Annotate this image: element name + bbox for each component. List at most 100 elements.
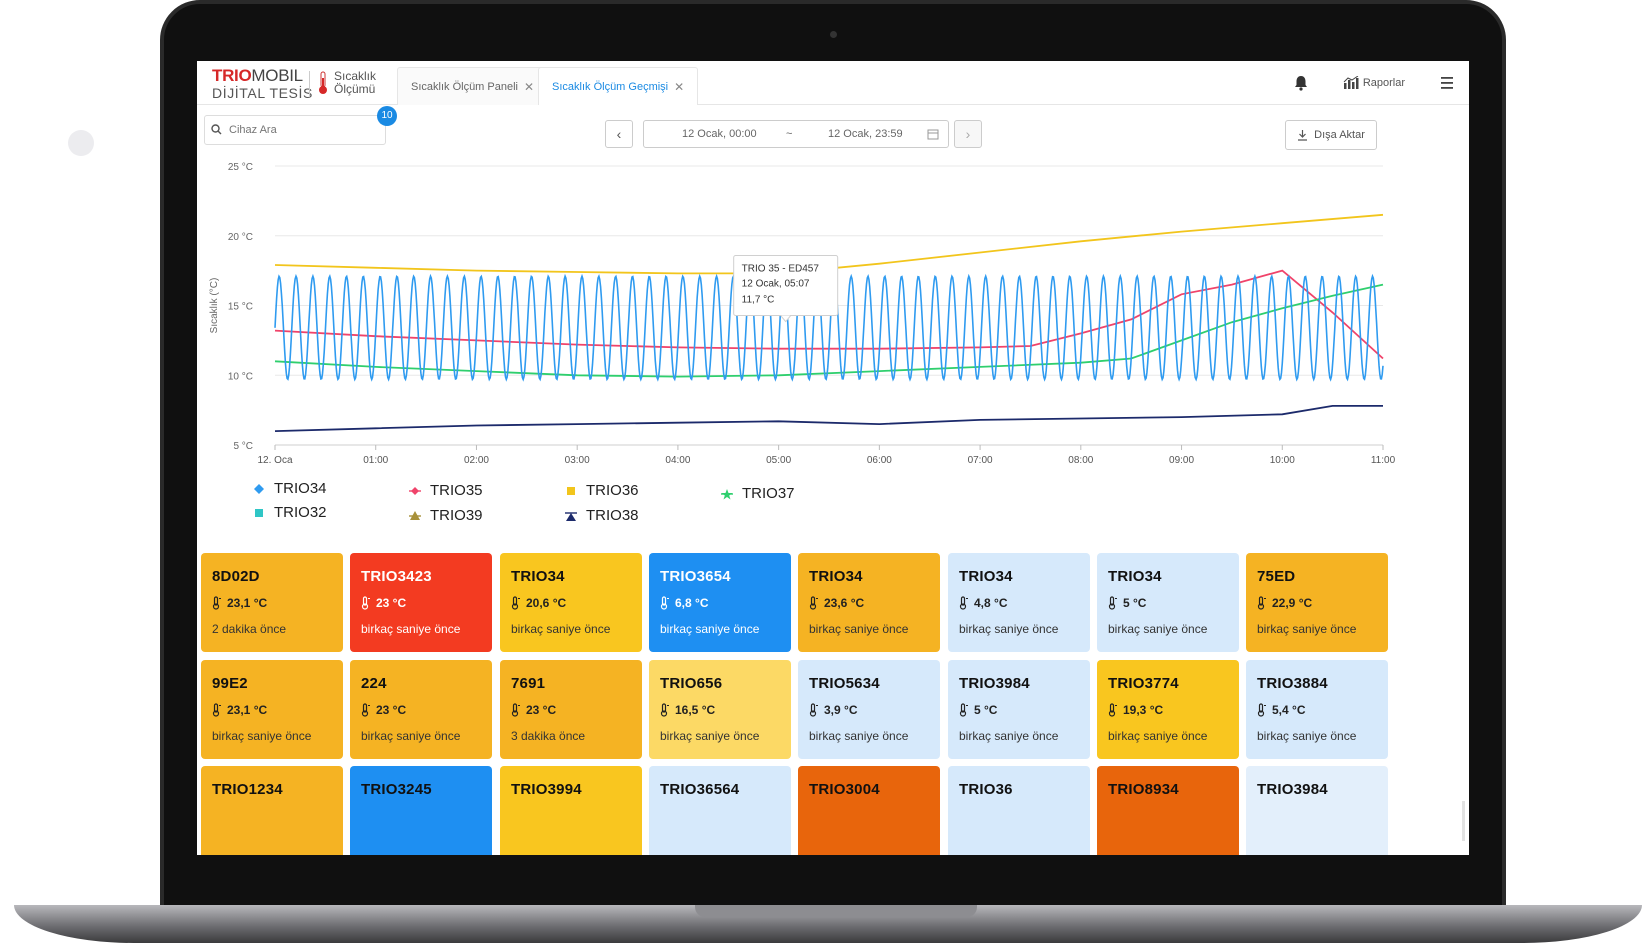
device-card[interactable]: TRIO3774 19,3 °C birkaç saniye önce — [1097, 660, 1239, 759]
bell-icon[interactable] — [1291, 73, 1311, 93]
device-card[interactable]: 99E2 23,1 °C birkaç saniye önce — [201, 660, 343, 759]
device-card[interactable]: TRIO656 16,5 °C birkaç saniye önce — [649, 660, 791, 759]
date-end: 12 Ocak, 23:59 — [828, 128, 903, 140]
legend-item-trio32[interactable]: TRIO32 — [253, 504, 327, 521]
thermometer-icon — [1108, 596, 1117, 610]
app-screen: TRIOMOBIL DİJİTAL TESİS Sıcaklık Ölçümü … — [197, 61, 1469, 855]
last-update-time: birkaç saniye önce — [1108, 622, 1208, 636]
device-name: TRIO34 — [1108, 568, 1162, 585]
last-update-time: 3 dakika önce — [511, 729, 586, 743]
device-name: TRIO3884 — [1257, 675, 1328, 692]
x-tick-label: 07:00 — [968, 455, 993, 466]
device-name: TRIO3994 — [511, 781, 582, 798]
tab-temperature-panel[interactable]: Sıcaklık Ölçüm Paneli ✕ — [397, 67, 549, 105]
y-tick-label: 25 °C — [228, 162, 253, 173]
device-card[interactable]: TRIO3654 6,8 °C birkaç saniye önce — [649, 553, 791, 652]
logo-light-text: MOBIL — [251, 66, 303, 85]
date-separator: ~ — [786, 128, 793, 140]
device-card[interactable]: TRIO34 5 °C birkaç saniye önce — [1097, 553, 1239, 652]
device-count-badge: 10 — [377, 106, 397, 126]
close-icon[interactable]: ✕ — [524, 80, 534, 94]
device-name: TRIO3004 — [809, 781, 880, 798]
device-card[interactable]: TRIO3994 — [500, 766, 642, 855]
last-update-time: birkaç saniye önce — [809, 622, 909, 636]
series-line-trio38 — [274, 405, 1383, 432]
device-card[interactable]: TRIO34 4,8 °C birkaç saniye önce — [948, 553, 1090, 652]
x-tick-label: 08:00 — [1068, 455, 1093, 466]
device-card[interactable]: TRIO3884 5,4 °C birkaç saniye önce — [1246, 660, 1388, 759]
device-name: TRIO34 — [511, 568, 565, 585]
device-temperature: 5 °C — [974, 703, 998, 717]
device-name: TRIO34 — [809, 568, 863, 585]
device-card[interactable]: 8D02D 23,1 °C 2 dakika önce — [201, 553, 343, 652]
chart-tooltip: TRIO 35 - ED457 12 Ocak, 05:07 11,7 °C — [733, 255, 839, 323]
device-card[interactable]: TRIO3984 5 °C birkaç saniye önce — [948, 660, 1090, 759]
device-temperature: 5,4 °C — [1272, 703, 1306, 717]
scrollbar[interactable] — [1462, 801, 1465, 841]
tab-label: Sıcaklık Ölçüm Paneli — [411, 80, 518, 93]
thermometer-icon — [660, 596, 669, 610]
device-card[interactable]: TRIO8934 — [1097, 766, 1239, 855]
tab-temperature-history[interactable]: Sıcaklık Ölçüm Geçmişi ✕ — [538, 67, 699, 105]
device-card[interactable]: 7691 23 °C 3 dakika önce — [500, 660, 642, 759]
device-temperature: 22,9 °C — [1272, 596, 1313, 610]
legend-item-trio35[interactable]: TRIO35 — [409, 482, 483, 499]
legend-label: TRIO32 — [274, 504, 327, 521]
thermometer-icon — [319, 71, 327, 94]
legend-label: TRIO39 — [430, 507, 483, 524]
legend-label: TRIO35 — [430, 482, 483, 499]
chevron-right-icon: › — [965, 126, 971, 142]
device-name: 8D02D — [212, 568, 260, 585]
device-card[interactable]: TRIO3984 — [1246, 766, 1388, 855]
device-card[interactable]: TRIO36 — [948, 766, 1090, 855]
device-temperature: 6,8 °C — [675, 596, 709, 610]
device-temperature: 23,1 °C — [227, 596, 268, 610]
x-tick-label: 03:00 — [565, 455, 590, 466]
thermometer-icon — [511, 703, 520, 717]
device-temperature: 4,8 °C — [974, 596, 1008, 610]
brand-logo[interactable]: TRIOMOBIL DİJİTAL TESİS — [212, 67, 313, 100]
device-temperature: 23,1 °C — [227, 703, 268, 717]
logo-bold-text: TRIO — [212, 66, 252, 85]
device-card[interactable]: TRIO3245 — [350, 766, 492, 855]
device-search-input[interactable] — [204, 115, 386, 145]
device-name: TRIO3654 — [660, 568, 731, 585]
device-card[interactable]: 224 23 °C birkaç saniye önce — [350, 660, 492, 759]
legend-label: TRIO37 — [742, 485, 795, 502]
close-icon[interactable]: ✕ — [674, 80, 684, 94]
export-button[interactable]: Dışa Aktar — [1285, 120, 1377, 150]
device-card[interactable]: TRIO3004 — [798, 766, 940, 855]
last-update-time: birkaç saniye önce — [1108, 729, 1208, 743]
device-name: 224 — [361, 675, 387, 692]
x-tick-label: 09:00 — [1169, 455, 1194, 466]
last-update-time: birkaç saniye önce — [1257, 729, 1357, 743]
legend-item-trio34[interactable]: TRIO34 — [253, 480, 327, 497]
x-tick-label: 12. Oca — [257, 455, 292, 466]
reports-button[interactable]: Raporlar — [1343, 76, 1405, 90]
previous-day-button[interactable]: ‹ — [605, 120, 633, 148]
decorative-circle — [68, 130, 94, 156]
device-card[interactable]: TRIO1234 — [201, 766, 343, 855]
device-temperature: 23 °C — [376, 703, 407, 717]
x-tick-label: 02:00 — [464, 455, 489, 466]
next-day-button[interactable]: › — [954, 120, 982, 148]
legend-item-trio37[interactable]: TRIO37 — [721, 485, 795, 502]
device-card[interactable]: TRIO34 23,6 °C birkaç saniye önce — [798, 553, 940, 652]
x-tick-label: 04:00 — [665, 455, 690, 466]
device-card[interactable]: TRIO3423 23 °C birkaç saniye önce — [350, 553, 492, 652]
x-tick-label: 11:00 — [1371, 455, 1396, 466]
device-card[interactable]: TRIO36564 — [649, 766, 791, 855]
legend-item-trio39[interactable]: TRIO39 — [409, 507, 483, 524]
tooltip-arrow — [780, 315, 792, 323]
device-card[interactable]: TRIO34 20,6 °C birkaç saniye önce — [500, 553, 642, 652]
hamburger-menu-icon[interactable] — [1439, 77, 1455, 89]
device-name: TRIO3245 — [361, 781, 432, 798]
tooltip-value: 11,7 °C — [742, 295, 775, 306]
device-card[interactable]: 75ED 22,9 °C birkaç saniye önce — [1246, 553, 1388, 652]
legend-item-trio38[interactable]: TRIO38 — [565, 507, 639, 524]
device-card[interactable]: TRIO5634 3,9 °C birkaç saniye önce — [798, 660, 940, 759]
y-tick-label: 20 °C — [228, 232, 253, 243]
date-range-picker[interactable]: 12 Ocak, 00:00 ~ 12 Ocak, 23:59 — [643, 120, 949, 148]
legend-item-trio36[interactable]: TRIO36 — [565, 482, 639, 499]
device-name: TRIO3423 — [361, 568, 432, 585]
